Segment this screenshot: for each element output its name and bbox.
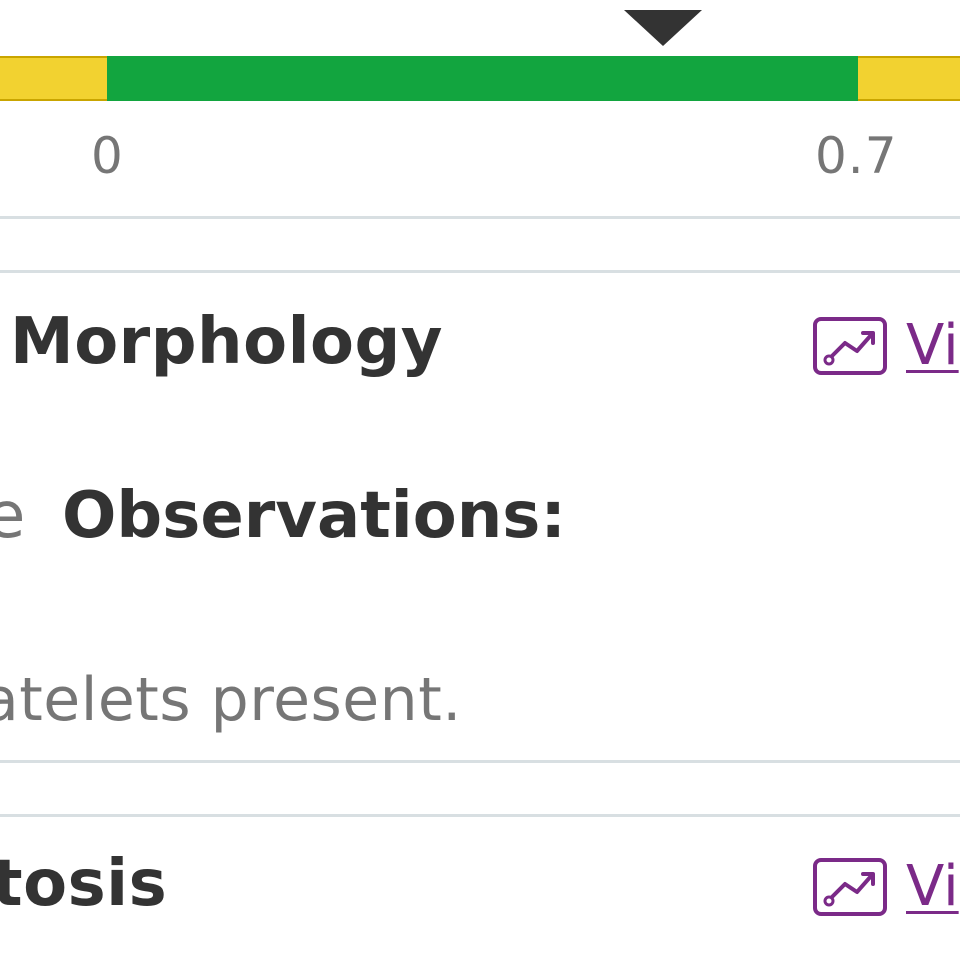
section-divider: [0, 216, 960, 219]
row-title-next: tosis: [0, 847, 168, 921]
row-title-morphology: Morphology: [10, 305, 443, 379]
range-high-label: 0.7: [815, 127, 898, 185]
range-segment-high: [858, 56, 960, 101]
observations-text: atelets present.: [0, 665, 462, 735]
section-divider: [0, 270, 960, 273]
trend-chart-icon: [813, 317, 887, 375]
range-segment-low: [0, 56, 107, 101]
view-link-label[interactable]: Vi: [906, 857, 959, 917]
range-segment-normal: [107, 56, 858, 101]
section-divider: [0, 760, 960, 763]
section-divider: [0, 814, 960, 817]
result-detail-page: 0 0.7 Morphology Vi e Observations: atel…: [0, 0, 960, 960]
observations-leading-fragment: e: [0, 479, 26, 553]
observations-label: Observations:: [62, 479, 566, 553]
result-value-marker: [624, 10, 702, 46]
view-link-label[interactable]: Vi: [906, 316, 959, 376]
trend-chart-icon: [813, 858, 887, 916]
view-trend-link-morphology[interactable]: Vi: [812, 316, 959, 376]
range-low-label: 0: [91, 127, 124, 185]
reference-range-bar: [0, 56, 960, 101]
view-trend-link-next[interactable]: Vi: [812, 857, 959, 917]
